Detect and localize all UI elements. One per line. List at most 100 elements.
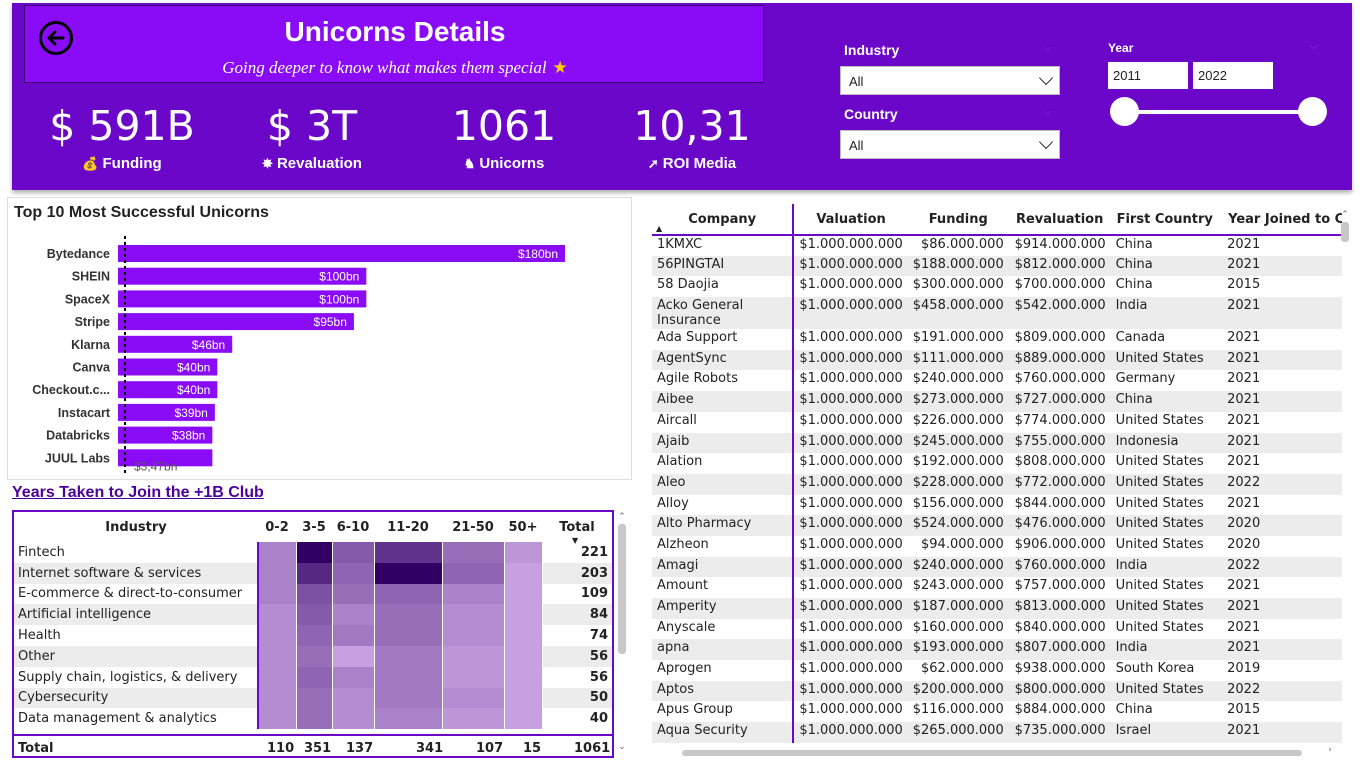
matrix-heat-cell[interactable] xyxy=(504,645,543,667)
matrix-heat-cell[interactable] xyxy=(504,542,543,563)
matrix-col-header-total[interactable]: Total ▼ xyxy=(542,512,612,546)
chevron-down-icon[interactable]: ⌵ xyxy=(1044,105,1052,119)
matrix-heat-cell[interactable] xyxy=(258,708,297,730)
matrix-heat-cell[interactable] xyxy=(442,562,505,584)
bar-0[interactable] xyxy=(118,245,565,262)
matrix-heat-cell[interactable] xyxy=(504,666,543,688)
matrix-heat-cell[interactable] xyxy=(504,687,543,709)
table-row[interactable]: AgentSync $1.000.000.000 $111.000.000 $889.… xyxy=(652,349,1342,371)
matrix-heat-cell[interactable] xyxy=(442,645,505,667)
col-header-funding[interactable]: Funding xyxy=(907,204,1009,236)
year-to-input[interactable]: 2022 xyxy=(1193,62,1273,89)
matrix-heat-cell[interactable] xyxy=(258,666,297,688)
matrix-row[interactable]: Cybersecurity 50 xyxy=(14,687,612,709)
matrix-row[interactable]: Fintech 221 xyxy=(14,542,612,563)
table-row[interactable]: Amount $1.000.000.000 $243.000.000 $757.000… xyxy=(652,577,1342,598)
matrix-heat-cell[interactable] xyxy=(296,645,333,667)
matrix-heat-cell[interactable] xyxy=(374,645,443,667)
country-dropdown[interactable]: All xyxy=(840,130,1060,159)
matrix-heat-cell[interactable] xyxy=(332,645,375,667)
table-row[interactable]: Amagi $1.000.000.000 $240.000.000 $760.000.… xyxy=(652,556,1342,578)
matrix-row[interactable]: Data management & analytics 40 xyxy=(14,708,612,730)
matrix-heat-cell[interactable] xyxy=(296,687,333,709)
matrix-row[interactable]: Other 56 xyxy=(14,645,612,667)
table-row[interactable]: Apus Group $1.000.000.000 $116.000.000 $884… xyxy=(652,701,1342,723)
scroll-thumb[interactable] xyxy=(1341,222,1349,242)
table-row[interactable]: apna $1.000.000.000 $193.000.000 $807.000.0… xyxy=(652,639,1342,661)
year-slider-end-handle[interactable] xyxy=(1298,97,1327,126)
matrix-heat-cell[interactable] xyxy=(296,666,333,688)
table-row[interactable]: Amperity $1.000.000.000 $187.000.000 $813.0… xyxy=(652,598,1342,619)
table-row[interactable]: 58 Daojia $1.000.000.000 $300.000.000 $700.… xyxy=(652,276,1342,298)
matrix-heat-cell[interactable] xyxy=(296,542,333,563)
matrix-col-header[interactable]: 50+ xyxy=(504,512,542,542)
matrix-heat-cell[interactable] xyxy=(258,687,297,709)
matrix-col-header[interactable]: 21-50 xyxy=(442,512,504,542)
table-row[interactable]: Ada Support $1.000.000.000 $191.000.000 $80… xyxy=(652,329,1342,350)
matrix-heat-cell[interactable] xyxy=(442,604,505,626)
matrix-heat-cell[interactable] xyxy=(332,687,375,709)
company-horizontal-scrollbar[interactable]: › xyxy=(652,745,1342,758)
table-row[interactable]: Anyscale $1.000.000.000 $160.000.000 $840.0… xyxy=(652,618,1342,640)
year-from-input[interactable]: 2011 xyxy=(1108,62,1188,89)
matrix-col-header[interactable]: 3-5 xyxy=(296,512,332,542)
matrix-heat-cell[interactable] xyxy=(332,604,375,626)
matrix-heat-cell[interactable] xyxy=(258,625,297,646)
year-slider-track[interactable] xyxy=(1125,110,1313,114)
matrix-col-header[interactable]: 11-20 xyxy=(374,512,442,542)
chevron-right-icon[interactable]: › xyxy=(1328,745,1332,755)
matrix-heat-cell[interactable] xyxy=(374,666,443,688)
matrix-heat-cell[interactable] xyxy=(442,708,505,730)
scroll-thumb[interactable] xyxy=(618,524,626,654)
table-row[interactable]: Aptos $1.000.000.000 $200.000.000 $800.000.… xyxy=(652,680,1342,702)
matrix-heat-cell[interactable] xyxy=(374,687,443,709)
matrix-heat-cell[interactable] xyxy=(258,562,297,584)
matrix-row[interactable]: Internet software & services 203 xyxy=(14,562,612,584)
matrix-heat-cell[interactable] xyxy=(504,708,543,730)
matrix-heat-cell[interactable] xyxy=(504,583,543,605)
matrix-col-header[interactable]: 0-2 xyxy=(258,512,296,542)
matrix-heat-cell[interactable] xyxy=(504,604,543,626)
matrix-heat-cell[interactable] xyxy=(442,687,505,709)
scroll-thumb[interactable] xyxy=(682,750,1302,756)
matrix-heat-cell[interactable] xyxy=(332,542,375,563)
table-row[interactable]: Agile Robots $1.000.000.000 $240.000.000 $7… xyxy=(652,370,1342,392)
matrix-heat-cell[interactable] xyxy=(374,542,443,563)
matrix-heat-cell[interactable] xyxy=(332,708,375,730)
matrix-row[interactable]: Supply chain, logistics, & delivery 56 xyxy=(14,666,612,688)
matrix-heat-cell[interactable] xyxy=(332,625,375,646)
matrix-heat-cell[interactable] xyxy=(374,604,443,626)
table-row[interactable]: 56PINGTAI $1.000.000.000 $188.000.000 $812.… xyxy=(652,255,1342,277)
table-row[interactable]: Aircall $1.000.000.000 $226.000.000 $774.00… xyxy=(652,411,1342,433)
matrix-heat-cell[interactable] xyxy=(504,562,543,584)
matrix-scrollbar[interactable]: ⌃ ⌄ xyxy=(616,512,628,752)
col-header-year[interactable]: Year Joined to Clu xyxy=(1222,204,1342,236)
matrix-heat-cell[interactable] xyxy=(332,562,375,584)
chevron-down-icon[interactable]: ⌵ xyxy=(1310,39,1318,53)
table-row[interactable]: Acko General Insurance $1.000.000.000 $458… xyxy=(652,297,1342,330)
table-row[interactable]: Alto Pharmacy $1.000.000.000 $524.000.000 $… xyxy=(652,515,1342,536)
matrix-heat-cell[interactable] xyxy=(374,708,443,730)
table-row[interactable]: Alloy $1.000.000.000 $156.000.000 $844.000.… xyxy=(652,494,1342,516)
matrix-row[interactable]: E-commerce & direct-to-consumer 109 xyxy=(14,583,612,605)
company-vertical-scrollbar[interactable]: ⌃ xyxy=(1340,210,1350,755)
matrix-heat-cell[interactable] xyxy=(258,645,297,667)
table-row[interactable]: Aleo $1.000.000.000 $228.000.000 $772.000.0… xyxy=(652,473,1342,495)
chevron-down-icon[interactable]: ⌵ xyxy=(1044,41,1052,55)
matrix-heat-cell[interactable] xyxy=(258,542,297,563)
matrix-heat-cell[interactable] xyxy=(296,604,333,626)
table-row[interactable]: Aprogen $1.000.000.000 $62.000.000 $938.000… xyxy=(652,660,1342,681)
matrix-col-header[interactable]: 6-10 xyxy=(332,512,374,542)
matrix-heat-cell[interactable] xyxy=(296,625,333,646)
matrix-heat-cell[interactable] xyxy=(296,583,333,605)
year-slider-start-handle[interactable] xyxy=(1110,97,1139,126)
matrix-col-header[interactable]: Industry xyxy=(14,512,258,542)
matrix-heat-cell[interactable] xyxy=(374,583,443,605)
matrix-heat-cell[interactable] xyxy=(442,625,505,646)
matrix-heat-cell[interactable] xyxy=(442,542,505,563)
matrix-heat-cell[interactable] xyxy=(258,604,297,626)
matrix-heat-cell[interactable] xyxy=(296,562,333,584)
col-header-country[interactable]: First Country xyxy=(1110,204,1223,236)
matrix-heat-cell[interactable] xyxy=(258,583,297,605)
matrix-heat-cell[interactable] xyxy=(332,666,375,688)
